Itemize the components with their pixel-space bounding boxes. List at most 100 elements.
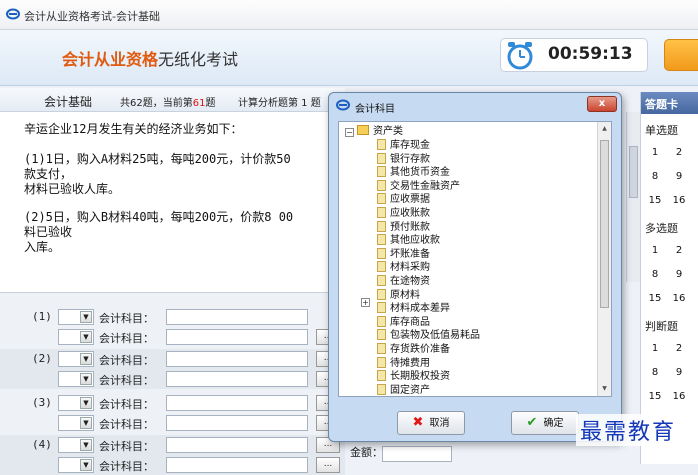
debit-credit-select[interactable]: ▼ xyxy=(58,351,94,367)
question-cell[interactable]: 1 xyxy=(645,340,665,358)
tree-scrollbar[interactable]: ▲ ▼ xyxy=(597,122,611,396)
current-question-number: 61 xyxy=(192,98,206,109)
chevron-down-icon[interactable]: ▼ xyxy=(80,417,92,429)
account-input[interactable] xyxy=(166,329,308,345)
account-input[interactable] xyxy=(166,371,308,387)
question-cell[interactable]: 15 xyxy=(645,388,665,406)
collapse-icon[interactable]: − xyxy=(345,128,354,137)
question-cell[interactable]: 8 xyxy=(645,364,665,382)
question-cell[interactable]: 16 xyxy=(669,290,689,308)
tree-item[interactable]: 坏账准备 xyxy=(377,247,430,262)
tree-item[interactable]: 在途物资 xyxy=(377,275,430,289)
debit-credit-select[interactable]: ▼ xyxy=(58,309,94,325)
question-cell[interactable]: 9 xyxy=(669,168,689,186)
document-icon xyxy=(377,302,386,314)
tree-item[interactable]: 原材料 xyxy=(377,288,420,303)
debit-credit-select[interactable]: ▼ xyxy=(58,371,94,387)
document-icon xyxy=(377,383,386,395)
chevron-down-icon[interactable]: ▼ xyxy=(80,439,92,451)
question-line: 料已验收 xyxy=(24,225,73,239)
chevron-down-icon[interactable]: ▼ xyxy=(80,331,92,343)
cancel-button[interactable]: ✖ 取消 xyxy=(397,411,465,435)
entry-number: (3) xyxy=(32,396,52,409)
tree-item[interactable]: 包装物及低值易耗品 xyxy=(377,329,480,343)
question-scrollbar[interactable] xyxy=(626,112,640,282)
chevron-down-icon[interactable]: ▼ xyxy=(80,353,92,365)
question-line: (2)5日，购入B材料40吨，每吨200元，价款8 00 xyxy=(24,210,294,224)
tree-item[interactable]: 材料成本差异 xyxy=(377,302,450,316)
tree-root-assets[interactable]: 资产类 xyxy=(357,125,403,139)
question-cell[interactable]: 2 xyxy=(669,242,689,260)
counter-suffix: 题 xyxy=(205,98,216,109)
account-input[interactable] xyxy=(166,437,308,453)
timer-value: 00:59:13 xyxy=(548,44,633,64)
debit-credit-select[interactable]: ▼ xyxy=(58,437,94,453)
tree-item[interactable]: 银行存款 xyxy=(377,152,430,167)
tree-item[interactable]: 库存商品 xyxy=(377,315,430,330)
chevron-down-icon[interactable]: ▼ xyxy=(80,459,92,471)
question-cell[interactable]: 8 xyxy=(645,168,665,186)
account-input[interactable] xyxy=(166,395,308,411)
question-line: 款支付， xyxy=(24,167,73,181)
question-cell[interactable]: 8 xyxy=(645,266,665,284)
question-cell[interactable]: 2 xyxy=(669,144,689,162)
folder-icon xyxy=(357,125,369,135)
tree-item-label: 库存商品 xyxy=(390,316,430,328)
account-input[interactable] xyxy=(166,457,308,473)
tree-item[interactable]: 库存现金 xyxy=(377,139,430,153)
scrollbar-thumb[interactable] xyxy=(600,140,609,308)
question-cell[interactable]: 1 xyxy=(645,242,665,260)
account-input[interactable] xyxy=(166,309,308,325)
cancel-label: 取消 xyxy=(429,418,450,429)
tree-item[interactable]: 长期股权投资 xyxy=(377,370,450,384)
tree-item[interactable]: 应收票据 xyxy=(377,193,430,207)
tree-item-label: 包装物及低值易耗品 xyxy=(390,330,480,342)
question-cell[interactable]: 15 xyxy=(645,290,665,308)
question-cell[interactable]: 16 xyxy=(669,388,689,406)
answer-row: ▼ 会计科目： ... xyxy=(0,455,345,475)
tree-item[interactable]: 应收账款 xyxy=(377,207,430,221)
chevron-down-icon[interactable]: ▼ xyxy=(80,397,92,409)
chevron-down-icon[interactable]: ▼ xyxy=(80,373,92,385)
document-icon xyxy=(377,207,386,218)
question-line: 材料已验收人库。 xyxy=(24,182,121,196)
debit-credit-select[interactable]: ▼ xyxy=(58,395,94,411)
question-cell[interactable]: 9 xyxy=(669,364,689,382)
chevron-down-icon[interactable]: ▼ xyxy=(80,311,92,323)
debit-credit-select[interactable]: ▼ xyxy=(58,415,94,431)
amount-input[interactable] xyxy=(382,446,452,462)
document-icon xyxy=(377,179,386,191)
submit-button[interactable] xyxy=(664,39,698,71)
document-icon xyxy=(377,329,386,341)
account-input[interactable] xyxy=(166,351,308,367)
scroll-up-icon[interactable]: ▲ xyxy=(600,124,609,134)
question-cell[interactable]: 2 xyxy=(669,340,689,358)
tree-item[interactable]: 其他应收款 xyxy=(377,234,440,248)
document-icon xyxy=(377,288,386,300)
tree-item[interactable]: 固定资产 xyxy=(377,383,430,396)
close-button[interactable]: x xyxy=(587,96,617,112)
question-cell[interactable]: 15 xyxy=(645,192,665,210)
tree-item-label: 库存现金 xyxy=(390,140,430,151)
debit-credit-select[interactable]: ▼ xyxy=(58,457,94,473)
tree-item[interactable]: 预付账款 xyxy=(377,220,430,235)
scrollbar-thumb[interactable] xyxy=(629,146,638,198)
question-cell[interactable]: 16 xyxy=(669,192,689,210)
tree-item[interactable]: 交易性金融资产 xyxy=(377,179,460,194)
answer-card: 答题卡 单选题 1 2 8 9 15 16 多选题 1 2 8 9 15 16 … xyxy=(640,92,698,464)
debit-credit-select[interactable]: ▼ xyxy=(58,329,94,345)
tree-item[interactable]: 其他货币资金 xyxy=(377,166,450,180)
entry-number: (4) xyxy=(32,438,52,451)
account-picker-dialog: 会计科目 x − 资产类 库存现金 银行存款 其他货币资金 交易性金融资产 应收票据 应收… xyxy=(328,92,622,442)
ok-button[interactable]: ✔ 确定 xyxy=(511,411,579,435)
tree-item[interactable]: 材料采购 xyxy=(377,261,430,275)
tree-item[interactable]: 存货跌价准备 xyxy=(377,343,450,357)
tree-item[interactable]: 待摊费用 xyxy=(377,356,430,371)
scroll-down-icon[interactable]: ▼ xyxy=(600,384,609,394)
browse-button[interactable]: ... xyxy=(316,457,340,473)
account-input[interactable] xyxy=(166,415,308,431)
expand-icon[interactable]: + xyxy=(361,298,370,307)
question-cell[interactable]: 1 xyxy=(645,144,665,162)
title-bar: 会计从业资格考试-会计基础 xyxy=(0,0,698,30)
question-cell[interactable]: 9 xyxy=(669,266,689,284)
